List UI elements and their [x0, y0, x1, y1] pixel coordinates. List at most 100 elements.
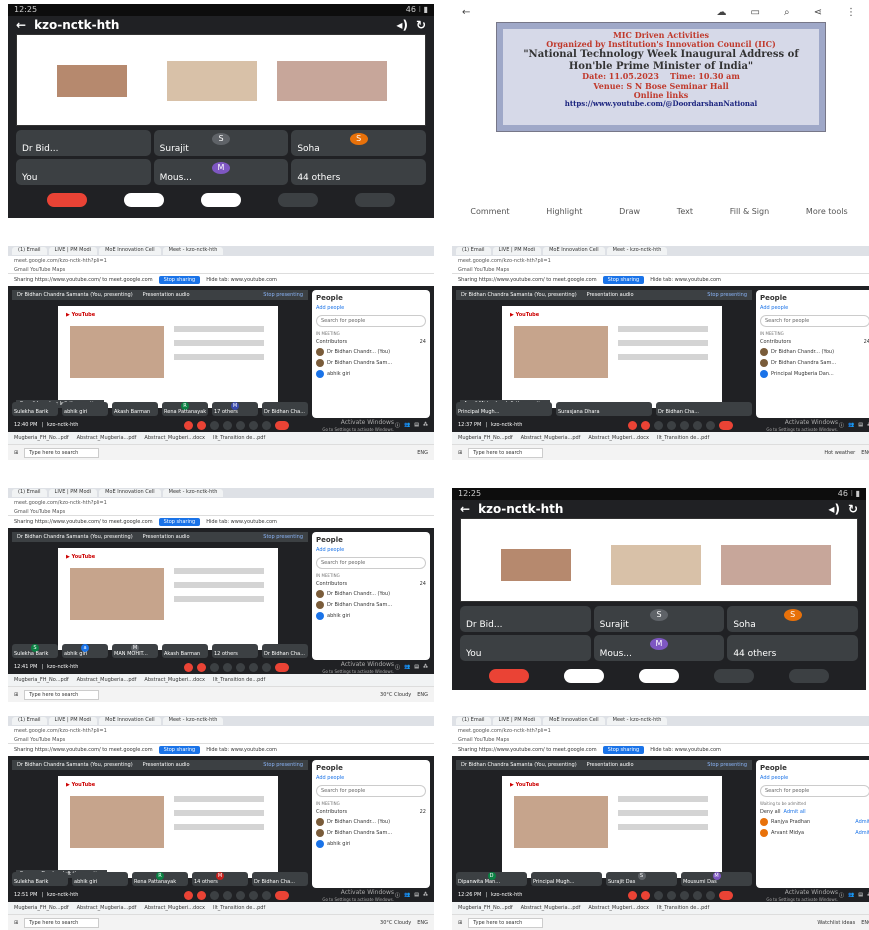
people-search-input[interactable]: Search for people	[760, 315, 869, 327]
emoji-button[interactable]	[223, 420, 233, 430]
camera-button[interactable]	[123, 193, 164, 207]
emoji-button[interactable]	[667, 420, 677, 430]
more-options-button[interactable]	[262, 420, 272, 430]
participant-tile[interactable]: Akash Barman	[162, 644, 208, 658]
mic-button[interactable]	[200, 193, 241, 207]
weather-widget[interactable]: 30°C Cloudy	[380, 692, 411, 698]
admit-all-button[interactable]: Admit all	[784, 809, 806, 815]
share-icon[interactable]: ⋖	[814, 7, 822, 18]
mic-button[interactable]	[184, 420, 194, 430]
tab[interactable]: Meet - kzo-nctk-hth	[162, 489, 224, 497]
chat-icon[interactable]: ▤	[414, 892, 419, 898]
hide-button[interactable]: Hide tab: www.youtube.com	[206, 519, 277, 525]
speaker-icon[interactable]: ◂)	[828, 502, 840, 516]
camera-switch-icon[interactable]: ↻	[416, 18, 426, 32]
people-icon[interactable]: 👥	[848, 892, 854, 898]
people-search-input[interactable]: Search for people	[316, 315, 426, 327]
raise-hand-button[interactable]	[249, 662, 259, 672]
stop-presenting-button[interactable]: Stop presenting	[263, 292, 303, 298]
end-call-button[interactable]	[719, 890, 734, 900]
tab[interactable]: (1) Email	[12, 489, 47, 497]
participant-tile[interactable]: S Surajit Das	[606, 872, 677, 886]
present-button[interactable]	[680, 420, 690, 430]
participant-tile[interactable]: R Rena Pattanayak	[132, 872, 188, 886]
raise-hand-button[interactable]	[249, 420, 259, 430]
address-bar[interactable]: meet.google.com/kzo-nctk-hth?pli=1	[8, 498, 434, 508]
end-call-button[interactable]	[719, 420, 734, 430]
participant-tile[interactable]: Dr Bid...	[16, 130, 151, 156]
highlight-tool[interactable]: Highlight	[546, 207, 582, 216]
participant-tile[interactable]: abhik giri	[62, 402, 108, 416]
more-tools[interactable]: More tools	[806, 207, 848, 216]
person-row[interactable]: Dr Bidhan Chandra Sam...	[316, 829, 426, 837]
tab[interactable]: Meet - kzo-nctk-hth	[162, 247, 224, 255]
fill-sign-tool[interactable]: Fill & Sign	[730, 207, 769, 216]
presentation-audio-toggle[interactable]: Presentation audio	[143, 534, 190, 540]
people-search-input[interactable]: Search for people	[316, 785, 426, 797]
raise-hand-button[interactable]	[693, 420, 703, 430]
tab[interactable]: MoE Innovation Cell	[99, 489, 161, 497]
download-item[interactable]: Mugberia_FH_No...pdf	[14, 677, 69, 683]
presentation-audio-toggle[interactable]: Presentation audio	[587, 762, 634, 768]
camera-button[interactable]	[564, 669, 605, 683]
participant-tile[interactable]: Dr Bidhan Cha...	[252, 872, 308, 886]
chat-icon[interactable]: ▤	[858, 892, 863, 898]
tab[interactable]: Meet - kzo-nctk-hth	[162, 717, 224, 725]
hide-button[interactable]: Hide tab: www.youtube.com	[650, 747, 721, 753]
download-item[interactable]: Abstract_Mugberi...docx	[588, 435, 649, 441]
download-item[interactable]: Ilt_Transition de...pdf	[657, 905, 709, 911]
participant-tile[interactable]: M 14 others	[192, 872, 248, 886]
participant-tile[interactable]: Dr Bidhan Cha...	[262, 644, 308, 658]
presentation-audio-toggle[interactable]: Presentation audio	[143, 762, 190, 768]
raise-hand-button[interactable]	[278, 193, 319, 207]
taskbar-search[interactable]: Type here to search	[468, 917, 544, 928]
end-call-button[interactable]	[275, 890, 290, 900]
deny-all-button[interactable]: Deny all	[760, 809, 781, 815]
participant-tile[interactable]: R Rena Pattanayak	[162, 402, 208, 416]
download-item[interactable]: Mugberia_FH_No...pdf	[14, 435, 69, 441]
people-icon[interactable]: 👥	[404, 664, 410, 670]
person-row[interactable]: Dr Bidhan Chandr... (You)	[316, 818, 426, 826]
weather-widget[interactable]: 30°C Cloudy	[380, 920, 411, 926]
taskbar-search[interactable]: Type here to search	[24, 917, 100, 928]
more-icon[interactable]: ⋮	[846, 7, 856, 18]
stop-presenting-button[interactable]: Stop presenting	[707, 762, 747, 768]
camera-button[interactable]	[197, 662, 207, 672]
present-button[interactable]	[236, 890, 246, 900]
tab[interactable]: (1) Email	[456, 717, 491, 725]
add-people-button[interactable]: Add people	[316, 305, 426, 311]
participant-tile[interactable]: 12 others	[212, 644, 258, 658]
stop-sharing-button[interactable]: Stop sharing	[602, 276, 645, 284]
person-row[interactable]: abhik giri	[316, 612, 426, 620]
stop-presenting-button[interactable]: Stop presenting	[263, 534, 303, 540]
camera-button[interactable]	[197, 420, 207, 430]
people-search-input[interactable]: Search for people	[316, 557, 426, 569]
tab[interactable]: LIVE | PM Modi	[48, 489, 98, 497]
chat-icon[interactable]: ▤	[858, 422, 863, 428]
presentation-audio-toggle[interactable]: Presentation audio	[587, 292, 634, 298]
windows-icon[interactable]: ⊞	[14, 692, 18, 698]
mic-button[interactable]	[184, 662, 194, 672]
address-bar[interactable]: meet.google.com/kzo-nctk-hth?pli=1	[8, 256, 434, 266]
captions-button[interactable]	[210, 420, 220, 430]
stop-sharing-button[interactable]: Stop sharing	[158, 276, 201, 284]
taskbar-search[interactable]: Type here to search	[24, 689, 100, 700]
participant-tile[interactable]: 44 others	[291, 159, 426, 185]
download-item[interactable]: Abstract_Mugberia...pdf	[77, 677, 137, 683]
person-row[interactable]: Dr Bidhan Chandra Sam...	[316, 359, 426, 367]
person-row[interactable]: abhik giri	[316, 370, 426, 378]
admit-button[interactable]: Admit	[855, 819, 869, 825]
download-item[interactable]: Ilt_Transition de...pdf	[213, 677, 265, 683]
mic-button[interactable]	[184, 890, 194, 900]
emoji-button[interactable]	[667, 890, 677, 900]
download-item[interactable]: Mugberia_FH_No...pdf	[458, 905, 513, 911]
add-people-button[interactable]: Add people	[760, 305, 869, 311]
stop-presenting-button[interactable]: Stop presenting	[263, 762, 303, 768]
participant-tile[interactable]: M Mous...	[153, 159, 289, 185]
cloud-icon[interactable]: ☁	[717, 7, 727, 18]
chat-icon[interactable]: ▤	[414, 664, 419, 670]
windows-icon[interactable]: ⊞	[14, 450, 18, 456]
address-bar[interactable]: meet.google.com/kzo-nctk-hth?pli=1	[8, 726, 434, 736]
stop-presenting-button[interactable]: Stop presenting	[707, 292, 747, 298]
add-people-button[interactable]: Add people	[316, 547, 426, 553]
